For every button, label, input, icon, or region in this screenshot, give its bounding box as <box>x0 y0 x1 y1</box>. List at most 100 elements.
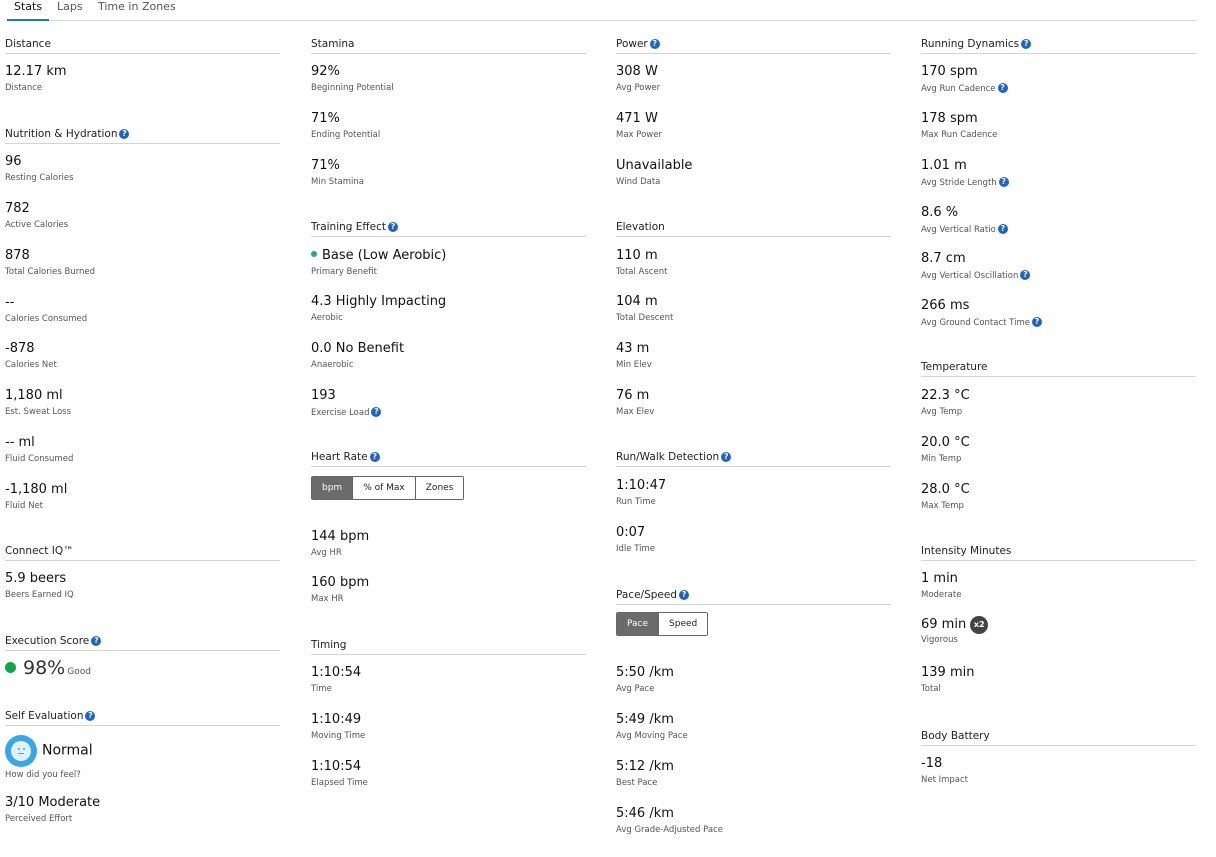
section-distance: Distance <box>5 38 280 54</box>
stat-value: 5.9 beers <box>5 571 67 586</box>
multiplier-badge: x2 <box>970 616 989 634</box>
stat-label-text: Avg Ground Contact Time <box>921 318 1030 328</box>
section-title: Connect IQ™ <box>5 545 280 561</box>
stat-value: 20.0 °C <box>921 435 970 450</box>
stat-value: -1,180 ml <box>5 482 68 497</box>
stat-label: Distance <box>5 83 43 93</box>
stat-value: 5:49 /km <box>616 712 674 727</box>
section-title: Nutrition & Hydration? <box>5 128 280 144</box>
stat-label: Beginning Potential <box>311 83 394 93</box>
stat-value: 782 <box>5 201 30 216</box>
stat-label: Best Pace <box>616 778 658 788</box>
stat-value: 3/10 Moderate <box>5 795 101 810</box>
help-icon[interactable]: ? <box>997 83 1008 93</box>
section-title-text: Heart Rate <box>311 451 368 463</box>
help-icon[interactable]: ? <box>371 407 382 417</box>
toggle-percent-of-max[interactable]: % of Max <box>352 477 415 499</box>
toggle-bpm[interactable]: bpm <box>312 477 353 499</box>
section-connect-iq: Connect IQ™ <box>5 545 280 561</box>
help-icon[interactable]: ? <box>388 222 398 232</box>
stat-value: 92% <box>311 64 340 79</box>
help-icon[interactable]: ? <box>369 452 380 462</box>
section-title: Stamina <box>311 38 586 54</box>
section-title: Execution Score? <box>5 635 280 651</box>
help-icon[interactable]: ? <box>997 224 1008 234</box>
stat-label: Max Run Cadence <box>921 130 998 140</box>
stat-total-descent: 104 m Total Descent <box>616 294 891 324</box>
toggle-speed[interactable]: Speed <box>658 613 708 635</box>
stat-value: 878 <box>5 248 30 263</box>
stat-value: -878 <box>5 341 35 356</box>
section-title-text: Run/Walk Detection <box>616 451 720 463</box>
stat-label: Avg Stride Length? <box>921 177 1196 189</box>
tab-stats[interactable]: Stats <box>6 0 50 21</box>
stat-value: 1 min <box>921 571 958 586</box>
section-title: Pace/Speed? <box>616 589 891 605</box>
stat-max-power: 471 W Max Power <box>616 111 891 141</box>
help-icon[interactable]: ? <box>85 711 96 721</box>
section-stamina: Stamina <box>311 38 586 54</box>
stat-elapsed-time: 1:10:54 Elapsed Time <box>311 759 586 789</box>
stat-value: 471 W <box>616 111 658 126</box>
stat-value: -- ml <box>5 435 35 450</box>
stat-value: 266 ms <box>921 298 970 313</box>
stat-primary-benefit: Base (Low Aerobic) Primary Benefit <box>311 248 586 278</box>
stat-label: Avg Pace <box>616 684 655 694</box>
stat-value: 1,180 ml <box>5 388 63 403</box>
section-self-evaluation: Self Evaluation? <box>5 710 280 726</box>
feel-row: Normal <box>5 735 280 767</box>
primary-benefit-value: Base (Low Aerobic) <box>322 248 447 263</box>
stat-min-stamina: 71% Min Stamina <box>311 158 586 188</box>
stat-beers: 5.9 beers Beers Earned IQ <box>5 571 280 601</box>
help-icon[interactable]: ? <box>998 177 1009 187</box>
stat-value: 76 m <box>616 388 650 403</box>
section-title: Temperature <box>921 361 1196 377</box>
stat-execution-score: 98% Good <box>5 657 280 679</box>
smiley-face-icon <box>5 735 37 767</box>
stat-label: Fluid Net <box>5 501 44 511</box>
stat-label: Moving Time <box>311 731 366 741</box>
stat-label: Avg Ground Contact Time? <box>921 317 1196 329</box>
help-icon[interactable]: ? <box>721 452 732 462</box>
stat-label: Active Calories <box>5 220 69 230</box>
stat-label: Avg Temp <box>921 407 963 417</box>
stat-total-ascent: 110 m Total Ascent <box>616 248 891 278</box>
section-title-text: Pace/Speed <box>616 589 677 601</box>
stat-value: 69 min x2 <box>921 616 1196 634</box>
stat-moderate-minutes: 1 min Moderate <box>921 571 1196 601</box>
stat-label-text: Avg Vertical Ratio <box>921 225 996 235</box>
stat-value: 43 m <box>616 341 650 356</box>
help-icon[interactable]: ? <box>91 636 102 646</box>
stat-label: Avg Vertical Oscillation? <box>921 270 1196 282</box>
tab-time-in-zones[interactable]: Time in Zones <box>98 0 176 14</box>
stat-label: Run Time <box>616 497 656 507</box>
stat-time: 1:10:54 Time <box>311 665 586 695</box>
toggle-pace[interactable]: Pace <box>617 613 659 635</box>
section-title: Run/Walk Detection? <box>616 451 891 467</box>
help-icon[interactable]: ? <box>1021 39 1032 49</box>
stat-label: Avg Power <box>616 83 661 93</box>
stat-value: 8.6 % <box>921 205 959 220</box>
tab-laps[interactable]: Laps <box>57 0 83 14</box>
help-icon[interactable]: ? <box>1020 270 1031 280</box>
help-icon[interactable]: ? <box>1032 317 1042 327</box>
section-heart-rate: Heart Rate? <box>311 451 586 467</box>
stat-wind-data: Unavailable Wind Data <box>616 158 891 188</box>
stat-avg-power: 308 W Avg Power <box>616 64 891 94</box>
stat-min-temp: 20.0 °C Min Temp <box>921 435 1196 465</box>
stat-calories-net: -878 Calories Net <box>5 341 280 371</box>
stat-label: How did you feel? <box>5 770 81 780</box>
stat-label: Avg Moving Pace <box>616 731 688 741</box>
stat-label: Beers Earned IQ <box>5 590 74 600</box>
stat-max-run-cadence: 178 spm Max Run Cadence <box>921 111 1196 141</box>
help-icon[interactable]: ? <box>649 39 660 49</box>
section-title-text: Training Effect <box>311 221 386 233</box>
toggle-zones[interactable]: Zones <box>414 477 464 499</box>
help-icon[interactable]: ? <box>119 129 130 139</box>
stat-anaerobic: 0.0 No Benefit Anaerobic <box>311 341 586 371</box>
stat-value: -- <box>5 295 15 310</box>
stat-label: Total Descent <box>616 313 674 323</box>
stat-label: Anaerobic <box>311 360 354 370</box>
help-icon[interactable]: ? <box>678 590 689 600</box>
stat-value: -18 <box>921 756 943 771</box>
